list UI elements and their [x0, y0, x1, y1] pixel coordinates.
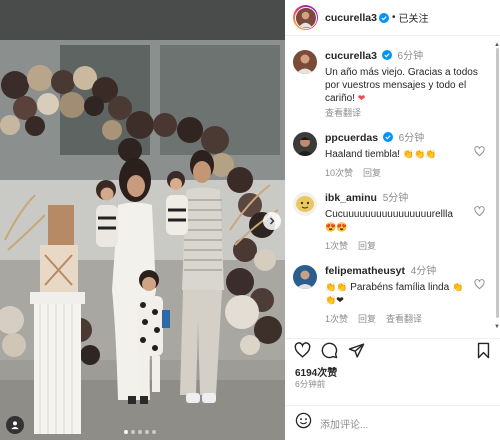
- comment-text: Haaland tiembla!: [325, 149, 401, 160]
- carousel-dot: [152, 430, 156, 434]
- post-header: cucurella3 • 已关注: [285, 0, 500, 36]
- author-avatar[interactable]: [293, 5, 318, 30]
- comment-username[interactable]: ibk_aminu: [325, 192, 377, 204]
- comment-button[interactable]: [321, 342, 338, 359]
- comment-item: ppcuerdas 6分钟 Haaland tiembla! 👏👏👏 10次赞 …: [285, 126, 493, 186]
- chevron-right-icon: [270, 217, 275, 225]
- reply-button[interactable]: 回复: [358, 240, 376, 253]
- person-tag-icon: [11, 421, 19, 430]
- carousel-dot: [131, 430, 135, 434]
- clap-emoji: 👏: [451, 282, 464, 292]
- comment-username[interactable]: felipematheusyt: [325, 265, 405, 277]
- comment-like-button[interactable]: [474, 204, 485, 222]
- commenter-avatar[interactable]: [293, 132, 317, 156]
- heart-icon: [294, 342, 311, 358]
- carousel-dot: [138, 430, 142, 434]
- save-button[interactable]: [476, 342, 491, 359]
- comment-username[interactable]: ppcuerdas: [325, 132, 378, 144]
- commenter-avatar[interactable]: [293, 192, 317, 216]
- comment-text: Cucuuuuuuuuuuuuuuuurellla: [325, 209, 453, 220]
- reply-button[interactable]: 回复: [358, 313, 376, 326]
- comments-list[interactable]: cucurella3 6分钟 Un año más viejo. Gracias…: [285, 44, 493, 340]
- paper-plane-icon: [348, 343, 365, 358]
- commenter-avatar[interactable]: [293, 265, 317, 289]
- see-translation-link[interactable]: 查看翻译: [325, 107, 361, 120]
- comment-item: ibk_aminu 5分钟 Cucuuuuuuuuuuuuuuuurellla …: [285, 186, 493, 259]
- clap-emoji: 👏👏: [325, 282, 348, 292]
- verified-badge-icon: [381, 50, 392, 60]
- comment-likes[interactable]: 1次赞: [325, 240, 348, 253]
- family-birthday-photo: [0, 0, 285, 440]
- header-separator: •: [391, 12, 396, 23]
- post-like-count[interactable]: 6194次赞: [295, 364, 337, 379]
- comment-likes[interactable]: 1次赞: [325, 313, 348, 326]
- clap-heart-emoji: 👏❤: [325, 295, 344, 305]
- post-sidebar: cucurella3 • 已关注 cucurella3 6分钟 Un año m…: [285, 0, 500, 440]
- caption: cucurella3 6分钟 Un año más viejo. Gracias…: [285, 44, 493, 126]
- comments-scrollbar[interactable]: ▲ ▼: [494, 42, 500, 330]
- carousel-dot-active: [124, 430, 128, 434]
- comment-like-button[interactable]: [474, 144, 485, 162]
- smiley-icon: [295, 412, 312, 429]
- reply-button[interactable]: 回复: [363, 167, 381, 180]
- next-photo-button[interactable]: [263, 212, 281, 230]
- add-comment-bar: 添加评论...: [285, 405, 500, 440]
- comment-input[interactable]: 添加评论...: [320, 416, 368, 431]
- post-photo[interactable]: [0, 0, 285, 440]
- emoji-picker-button[interactable]: [295, 412, 312, 434]
- caption-username[interactable]: cucurella3: [325, 50, 377, 62]
- clap-emoji: 👏👏👏: [402, 149, 437, 159]
- post-actions-bar: [285, 338, 500, 362]
- verified-badge-icon: [382, 132, 393, 142]
- heart-emoji: ❤: [357, 93, 366, 103]
- heart-eyes-emoji: 😍😍: [325, 222, 348, 232]
- comment-item: felipematheusyt 4分钟 👏👏 Parabéns família …: [285, 259, 493, 332]
- following-button[interactable]: 已关注: [398, 10, 428, 25]
- carousel-dot: [145, 430, 149, 434]
- caption-time: 6分钟: [397, 51, 424, 62]
- heart-icon: [474, 206, 485, 217]
- comment-time: 4分钟: [410, 266, 437, 277]
- author-username[interactable]: cucurella3: [325, 12, 377, 24]
- comment-time: 5分钟: [382, 193, 409, 204]
- comment-like-button[interactable]: [474, 277, 485, 295]
- tagged-people-button[interactable]: [6, 416, 24, 434]
- carousel-dots: [124, 430, 156, 434]
- comment-text: Parabéns família linda: [347, 282, 452, 293]
- comment-bubble-icon: [321, 342, 338, 359]
- scrollbar-thumb[interactable]: [496, 48, 499, 318]
- see-translation-link[interactable]: 查看翻译: [386, 313, 422, 326]
- caption-author-avatar[interactable]: [293, 50, 317, 74]
- bookmark-icon: [477, 342, 490, 359]
- scroll-down-arrow-icon[interactable]: ▼: [494, 324, 500, 330]
- comment-time: 6分钟: [398, 133, 425, 144]
- like-post-button[interactable]: [294, 342, 311, 359]
- post-timestamp: 6分钟前: [295, 379, 326, 389]
- share-button[interactable]: [348, 342, 365, 359]
- comment-likes[interactable]: 10次赞: [325, 167, 353, 180]
- heart-icon: [474, 279, 485, 290]
- verified-badge-icon: [378, 12, 389, 23]
- heart-icon: [474, 146, 485, 157]
- caption-text: Un año más viejo. Gracias a todos por vu…: [325, 67, 478, 104]
